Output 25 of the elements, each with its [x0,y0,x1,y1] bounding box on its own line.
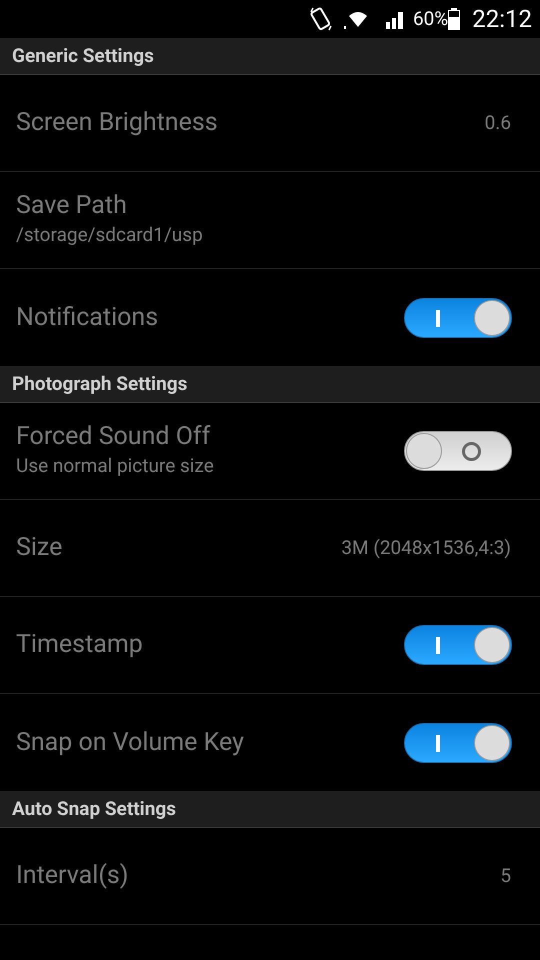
setting-title[interactable]: Timestamp [16,629,143,661]
setting-value: 3M (2048x1536,4:3) [341,534,511,561]
setting-summary: /storage/sdcard1/usp [16,222,203,248]
vibrate-icon [308,6,333,32]
setting-title[interactable]: Forced Sound Off [16,421,214,452]
toggle-switch[interactable] [404,722,512,762]
setting-value: 5 [500,862,511,889]
setting-title[interactable]: Interval(s) [16,860,128,892]
section-header: Auto Snap Settings [0,791,540,828]
battery-icon [448,8,460,30]
battery-percentage: 60% [412,6,448,32]
setting-summary: Use normal picture size [16,453,214,480]
setting-title[interactable]: Notifications [16,302,158,334]
section-header: Generic Settings [0,38,540,75]
toggle-switch[interactable] [404,625,512,665]
clock-time: 22:12 [472,4,532,35]
setting-title[interactable]: Screen Brightness [16,107,218,139]
section-header: Photograph Settings [0,366,540,403]
toggle-switch[interactable] [404,298,512,338]
setting-value: 0.6 [484,110,511,136]
setting-title[interactable]: Snap on Volume Key [16,726,244,758]
toggle-switch[interactable] [404,431,512,471]
signal-icon [384,9,405,29]
setting-title[interactable]: Size [16,532,62,564]
setting-title[interactable]: Save Path [16,190,203,222]
